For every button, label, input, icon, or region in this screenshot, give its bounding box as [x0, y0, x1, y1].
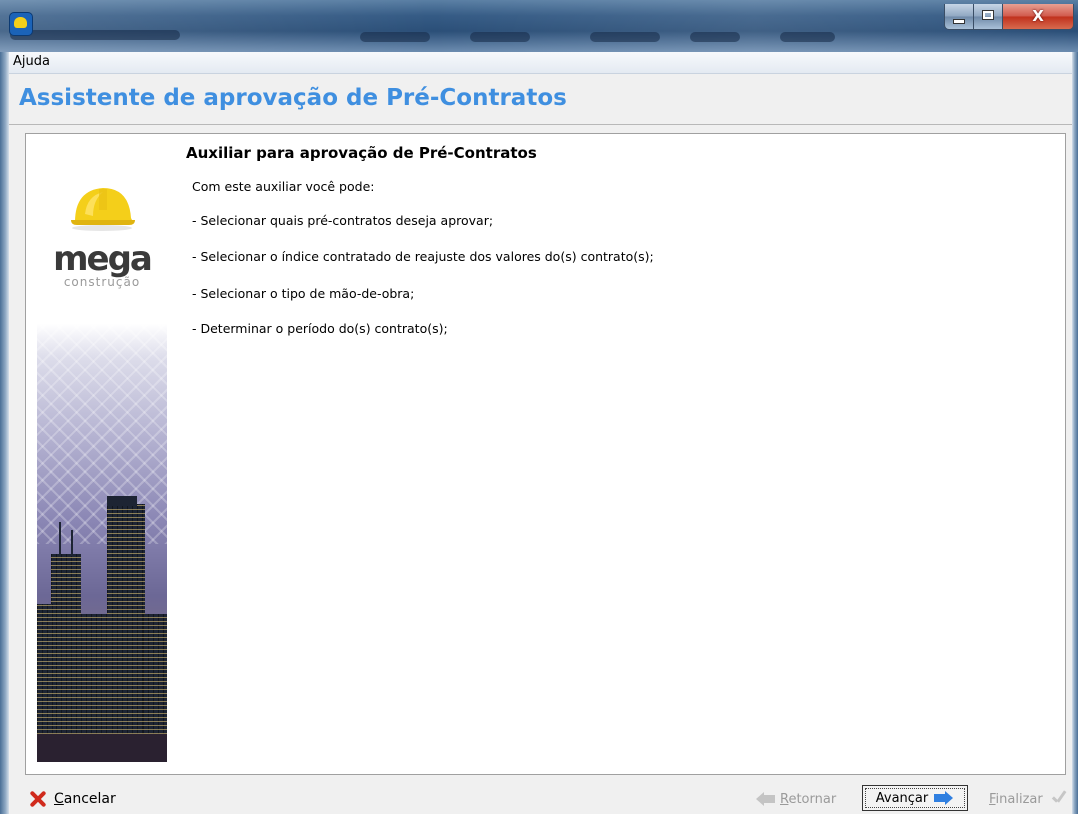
city-pattern: [37, 324, 167, 544]
minimize-button[interactable]: [944, 4, 974, 30]
building-shape: [107, 496, 137, 506]
list-item: - Selecionar quais pré-contratos deseja …: [192, 213, 494, 228]
page-title: Assistente de aprovação de Pré-Contratos: [19, 85, 567, 111]
section-title: Auxiliar para aprovação de Pré-Contratos: [186, 144, 537, 162]
antenna-shape: [59, 522, 61, 556]
building-shape: [37, 734, 167, 762]
maximize-icon: [982, 10, 994, 20]
back-button[interactable]: Retornar: [756, 788, 836, 810]
brand-logo: mega: [53, 239, 153, 279]
arrow-right-icon: [934, 791, 954, 805]
next-button[interactable]: Avançar: [862, 785, 968, 811]
brand-tagline: construção: [63, 275, 141, 289]
title-bar-decoration: [590, 32, 660, 42]
antenna-shape: [71, 530, 73, 556]
cancel-label: Cancelar: [54, 791, 116, 807]
wizard-footer: Cancelar Retornar Avançar Finalizar: [9, 780, 1072, 814]
app-icon[interactable]: [9, 12, 33, 36]
minimize-icon: [953, 19, 965, 24]
side-banner: mega construção: [37, 144, 167, 762]
wizard-content: mega construção Auxiliar para aprovação …: [25, 133, 1066, 775]
list-item: - Selecionar o índice contratado de reaj…: [192, 249, 654, 264]
list-item: - Selecionar o tipo de mão-de-obra;: [192, 286, 415, 301]
title-bar[interactable]: X: [0, 0, 1078, 52]
cancel-button[interactable]: Cancelar: [29, 788, 116, 810]
wizard-window: X Ajuda Assistente de aprovação de Pré-C…: [0, 0, 1078, 814]
helmet-icon: [71, 188, 135, 231]
title-bar-decoration: [470, 32, 530, 42]
close-button[interactable]: X: [1002, 4, 1074, 30]
close-icon: X: [1032, 7, 1044, 25]
finish-button[interactable]: Finalizar: [989, 788, 1067, 810]
list-item: - Determinar o período do(s) contrato(s)…: [192, 321, 448, 336]
check-icon: [1049, 791, 1067, 807]
title-bar-decoration: [10, 30, 180, 40]
building-shape: [51, 554, 81, 762]
window-frame-left: [0, 52, 9, 814]
title-bar-decoration: [780, 32, 835, 42]
building-shape: [107, 504, 145, 762]
arrow-left-icon: [756, 792, 776, 806]
title-bar-decoration: [360, 32, 430, 42]
menu-item-ajuda[interactable]: Ajuda: [13, 54, 50, 69]
finish-label: Finalizar: [989, 791, 1043, 807]
window-frame-right: [1072, 52, 1078, 814]
maximize-button[interactable]: [973, 4, 1003, 30]
menu-bar: Ajuda: [9, 52, 1072, 74]
x-icon: [29, 790, 47, 808]
title-bar-glass: [0, 0, 1078, 52]
wizard-header: Assistente de aprovação de Pré-Contratos: [9, 74, 1072, 125]
back-label: Retornar: [780, 791, 837, 807]
title-bar-decoration: [690, 32, 740, 42]
intro-text: Com este auxiliar você pode:: [192, 179, 375, 194]
